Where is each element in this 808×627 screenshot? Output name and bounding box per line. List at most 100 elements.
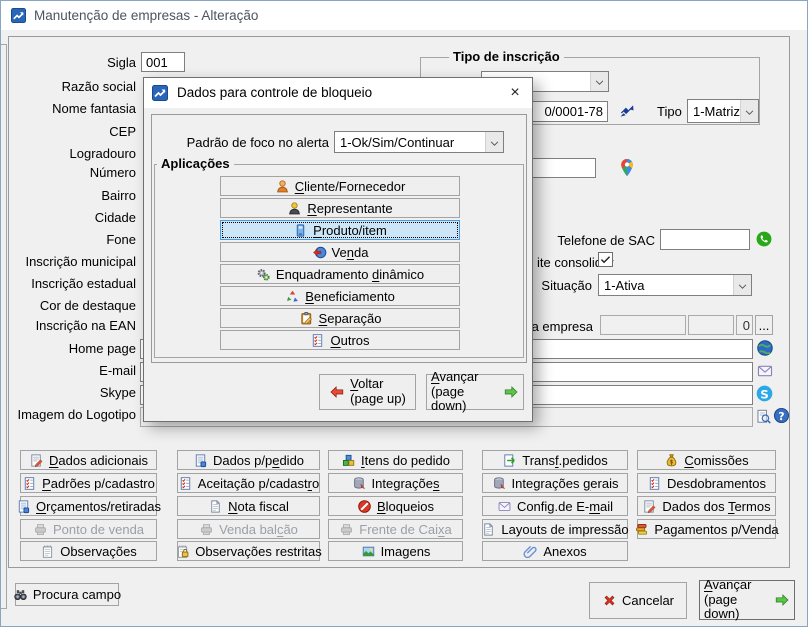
padroes-p-cadastro-button[interactable]: Padrões p/cadastro bbox=[20, 473, 157, 493]
whatsapp-button[interactable] bbox=[755, 230, 773, 248]
comissoes-button[interactable]: Comissões bbox=[637, 450, 776, 470]
cubes-icon bbox=[341, 453, 356, 468]
help-icon: ? bbox=[773, 407, 790, 424]
receita-federal-button[interactable] bbox=[618, 102, 636, 120]
pagamentos-p-venda-button[interactable]: Pagamentos p/Venda bbox=[637, 519, 776, 539]
field-label-cidade: Cidade bbox=[0, 210, 136, 225]
telefone-sac-field[interactable] bbox=[660, 229, 750, 250]
field-label-imagem-logotipo: Imagem do Logotipo bbox=[0, 407, 136, 422]
field-label-skype: Skype bbox=[0, 385, 136, 400]
dialog-avancar-button[interactable]: Avançar (page down) bbox=[426, 374, 524, 410]
logotipo-preview-button[interactable] bbox=[755, 408, 772, 425]
gears-icon bbox=[256, 267, 271, 282]
sigla-field[interactable]: 001 bbox=[141, 52, 185, 72]
dados-termos-button[interactable]: Dados dos Termos bbox=[637, 496, 776, 516]
envelope-icon bbox=[497, 499, 512, 514]
tipo-combo[interactable]: 1-Matriz bbox=[687, 99, 759, 123]
field-label-bairro: Bairro bbox=[0, 188, 136, 203]
dialog-titlebar: Dados para controle de bloqueio bbox=[144, 78, 532, 108]
field-label-email: E-mail bbox=[0, 363, 136, 378]
chevron-down-icon bbox=[737, 280, 748, 291]
red-arrow-left-icon bbox=[329, 384, 345, 400]
field-label-razao-social: Razão social bbox=[0, 79, 136, 94]
red-x-icon bbox=[602, 593, 617, 608]
field-label-fone: Fone bbox=[0, 232, 136, 247]
dados-p-pedido-button[interactable]: Dados p/pedido bbox=[177, 450, 320, 470]
empresa-field-2 bbox=[688, 315, 734, 335]
cancelar-button[interactable]: Cancelar bbox=[589, 582, 687, 619]
dados-adicionais-button[interactable]: Dados adicionais bbox=[20, 450, 157, 470]
anexos-button[interactable]: Anexos bbox=[482, 541, 628, 561]
beneficiamento-button[interactable]: Beneficiamento bbox=[220, 286, 460, 306]
bloqueios-button[interactable]: Bloqueios bbox=[328, 496, 463, 516]
person-icon bbox=[275, 179, 290, 194]
field-label-sigla: Sigla bbox=[0, 55, 136, 70]
situacao-combo-value: 1-Ativa bbox=[599, 275, 733, 295]
image-icon bbox=[361, 544, 376, 559]
money-bag-icon bbox=[664, 453, 679, 468]
venda-button[interactable]: Venda bbox=[220, 242, 460, 262]
app-logo-icon bbox=[11, 8, 26, 23]
notepad-icon bbox=[40, 544, 55, 559]
separacao-button[interactable]: Separação bbox=[220, 308, 460, 328]
avancar-button[interactable]: Avançar (page down) bbox=[699, 580, 795, 620]
dialog-title: Dados para controle de bloqueio bbox=[177, 85, 372, 100]
green-arrow-right-icon bbox=[774, 592, 790, 608]
situacao-combo[interactable]: 1-Ativa bbox=[598, 274, 752, 296]
config-email-button[interactable]: Config.de E-mail bbox=[482, 496, 628, 516]
ellipsis-button[interactable]: ... bbox=[755, 315, 773, 335]
integracoes-button[interactable]: Integrações bbox=[328, 473, 463, 493]
envelope-icon bbox=[756, 362, 774, 380]
recycle-icon bbox=[285, 289, 300, 304]
procura-campo-button[interactable]: Procura campo bbox=[15, 583, 119, 606]
empresa-field-1 bbox=[600, 315, 686, 335]
outros-button[interactable]: Outros bbox=[220, 330, 460, 350]
enquadramento-dinamico-button[interactable]: Enquadramento dinâmico bbox=[220, 264, 460, 284]
document-pencil-icon bbox=[642, 499, 657, 514]
skype-icon: S bbox=[755, 384, 774, 403]
imagens-button[interactable]: Imagens bbox=[328, 541, 463, 561]
pos-terminal-icon bbox=[33, 522, 48, 537]
close-icon[interactable]: × bbox=[498, 78, 532, 108]
aceitacao-p-cadastro-button[interactable]: Aceitação p/cadastro bbox=[177, 473, 320, 493]
layouts-impressao-button[interactable]: Layouts de impressão bbox=[482, 519, 628, 539]
field-label-nome-fantasia: Nome fantasia bbox=[0, 101, 136, 116]
document-pencil-icon bbox=[29, 453, 44, 468]
no-entry-icon bbox=[357, 499, 372, 514]
cliente-fornecedor-button[interactable]: Cliente/Fornecedor bbox=[220, 176, 460, 196]
field-label-numero: Número bbox=[0, 165, 136, 180]
map-pin-icon bbox=[617, 157, 637, 178]
sale-icon bbox=[312, 245, 327, 260]
globe-button[interactable] bbox=[756, 339, 774, 357]
itens-do-pedido-button[interactable]: Itens do pedido bbox=[328, 450, 463, 470]
svg-text:S: S bbox=[760, 387, 769, 401]
document-blue-icon bbox=[193, 453, 208, 468]
field-label-cep: CEP bbox=[0, 124, 136, 139]
whatsapp-icon bbox=[755, 230, 773, 248]
checkmark-icon bbox=[599, 253, 612, 266]
skype-button[interactable]: S bbox=[755, 384, 774, 403]
foco-combo[interactable]: 1-Ok/Sim/Continuar bbox=[334, 131, 504, 153]
map-button[interactable] bbox=[617, 157, 637, 178]
field-label-inscricao-na-ean: Inscrição na EAN bbox=[0, 318, 136, 333]
document-icon bbox=[208, 499, 223, 514]
representante-button[interactable]: Representante bbox=[220, 198, 460, 218]
integracoes-gerais-button[interactable]: Integrações gerais bbox=[482, 473, 628, 493]
send-email-button[interactable] bbox=[756, 362, 774, 380]
observacoes-restritas-button[interactable]: Observações restritas bbox=[177, 541, 320, 561]
voltar-button[interactable]: Voltar (page up) bbox=[319, 374, 416, 410]
nota-fiscal-button[interactable]: Nota fiscal bbox=[177, 496, 320, 516]
notepad-lock-icon bbox=[175, 544, 190, 559]
help-button[interactable]: ? bbox=[773, 407, 790, 424]
observacoes-button[interactable]: Observações bbox=[20, 541, 157, 561]
desdobramentos-button[interactable]: Desdobramentos bbox=[637, 473, 776, 493]
field-label-inscricao-municipal: Inscrição municipal bbox=[0, 254, 136, 269]
chevron-down-icon bbox=[594, 76, 605, 87]
produto-item-button[interactable]: Produto/item bbox=[220, 220, 460, 240]
field-label-home-page: Home page bbox=[0, 341, 136, 356]
payments-icon bbox=[634, 522, 649, 537]
orcamentos-retiradas-button[interactable]: Orçamentos/retiradas bbox=[20, 496, 157, 516]
consolidar-checkbox[interactable] bbox=[598, 252, 613, 267]
transf-pedidos-button[interactable]: Transf.pedidos bbox=[482, 450, 628, 470]
paperclip-icon bbox=[523, 544, 538, 559]
